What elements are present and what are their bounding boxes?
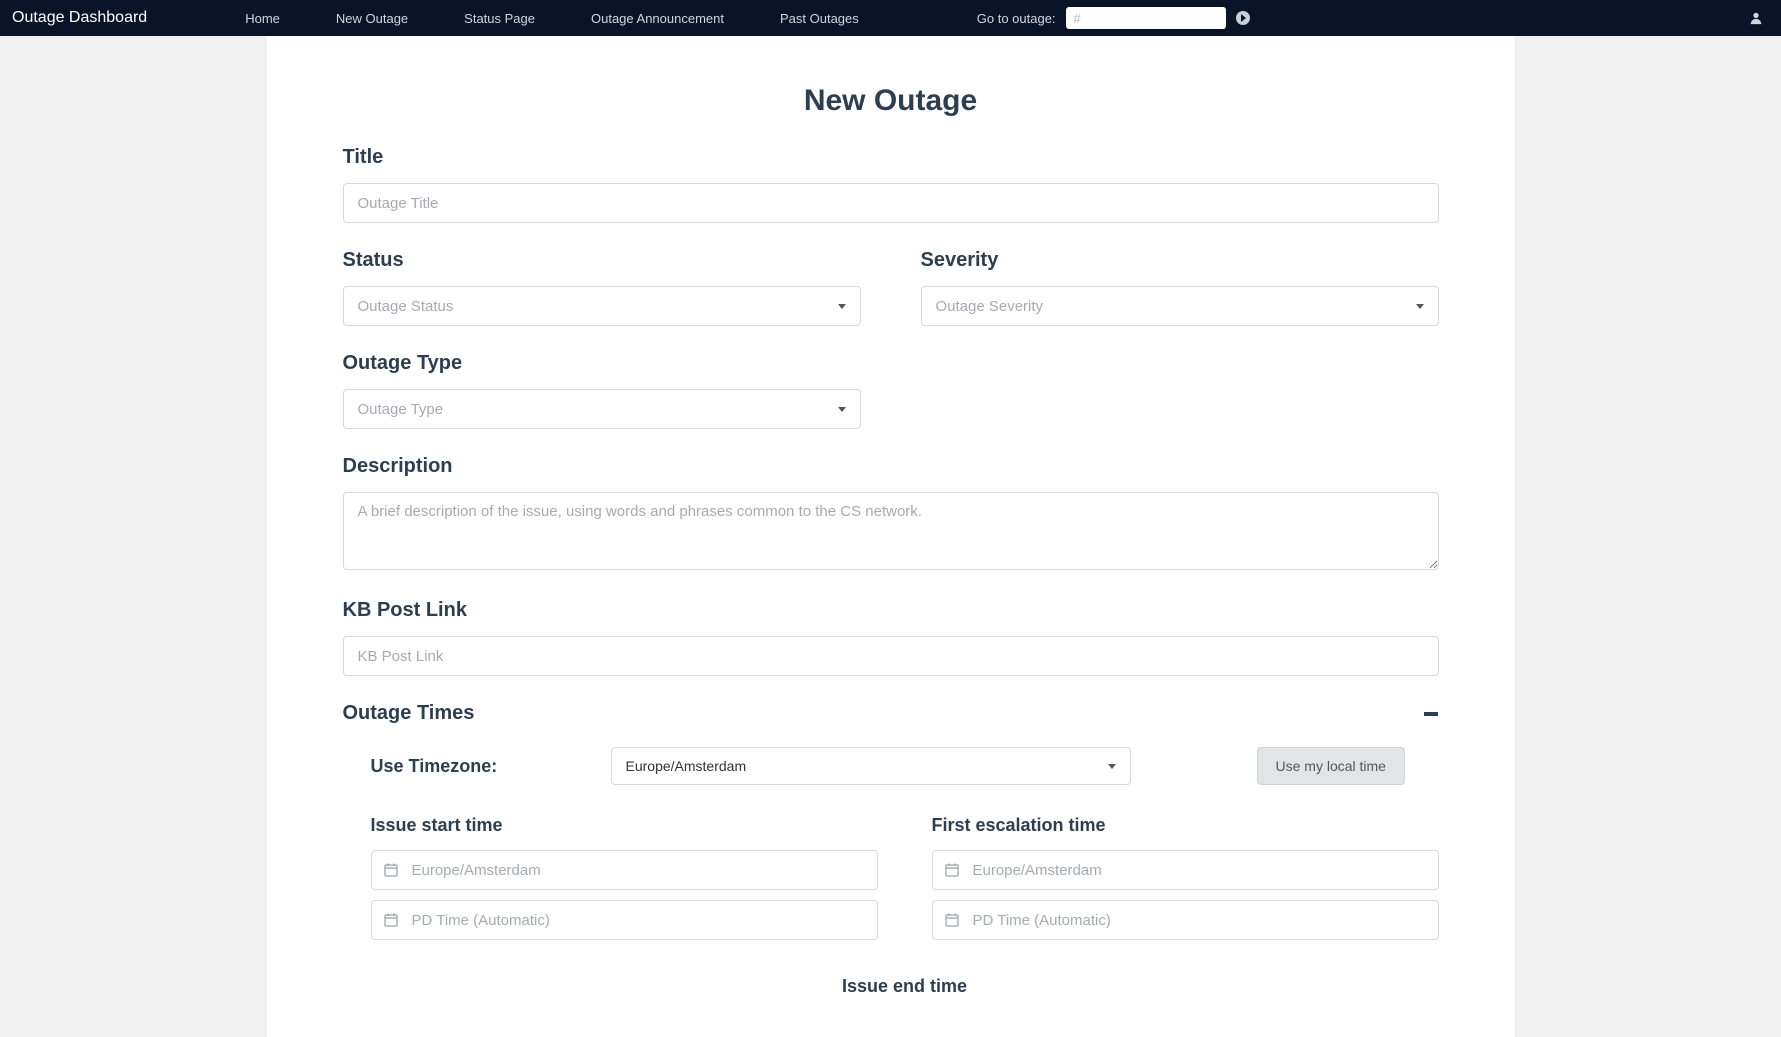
escalation-tz-input[interactable] <box>932 850 1439 890</box>
first-escalation-col: First escalation time <box>932 815 1439 950</box>
outage-type-placeholder: Outage Type <box>358 401 444 418</box>
outage-type-select[interactable]: Outage Type <box>343 389 861 429</box>
description-textarea[interactable] <box>343 492 1439 570</box>
issue-start-col: Issue start time <box>371 815 878 950</box>
chevron-down-icon <box>1416 304 1424 309</box>
kb-post-input[interactable] <box>343 636 1439 676</box>
nav-link-past-outages[interactable]: Past Outages <box>752 11 887 26</box>
chevron-down-icon <box>838 407 846 412</box>
status-select[interactable]: Outage Status <box>343 286 861 326</box>
outage-type-group: Outage Type Outage Type <box>343 352 1439 429</box>
severity-label: Severity <box>921 249 1439 272</box>
escalation-pd-input[interactable] <box>932 900 1439 940</box>
status-label: Status <box>343 249 861 272</box>
calendar-icon <box>384 913 400 927</box>
issue-end-header: Issue end time <box>371 976 1439 997</box>
issue-start-label: Issue start time <box>371 815 878 836</box>
goto-input[interactable] <box>1066 7 1226 29</box>
timezone-label: Use Timezone: <box>371 756 611 777</box>
calendar-icon <box>384 863 400 877</box>
user-icon[interactable] <box>1743 11 1769 25</box>
nav-links: Home New Outage Status Page Outage Annou… <box>217 11 887 26</box>
severity-select[interactable]: Outage Severity <box>921 286 1439 326</box>
issue-start-pd-field[interactable] <box>412 912 865 929</box>
nav-link-home[interactable]: Home <box>217 11 308 26</box>
issue-end-label: Issue end time <box>842 976 967 997</box>
nav-link-status-page[interactable]: Status Page <box>436 11 563 26</box>
severity-group: Severity Outage Severity <box>921 249 1439 326</box>
goto-submit-icon[interactable] <box>1236 11 1250 25</box>
kb-post-label: KB Post Link <box>343 599 1439 622</box>
description-label: Description <box>343 455 1439 478</box>
status-placeholder: Outage Status <box>358 298 454 315</box>
chevron-down-icon <box>1108 764 1116 769</box>
goto-label: Go to outage: <box>977 11 1056 26</box>
chevron-down-icon <box>838 304 846 309</box>
collapse-icon[interactable] <box>1423 706 1439 722</box>
issue-start-tz-input[interactable] <box>371 850 878 890</box>
first-escalation-label: First escalation time <box>932 815 1439 836</box>
description-group: Description <box>343 455 1439 573</box>
nav-link-outage-announcement[interactable]: Outage Announcement <box>563 11 752 26</box>
escalation-pd-field[interactable] <box>973 912 1426 929</box>
title-input[interactable] <box>343 183 1439 223</box>
issue-start-pd-input[interactable] <box>371 900 878 940</box>
kb-post-group: KB Post Link <box>343 599 1439 676</box>
use-local-time-button[interactable]: Use my local time <box>1257 747 1405 785</box>
page-title: New Outage <box>343 84 1439 118</box>
escalation-tz-field[interactable] <box>973 862 1426 879</box>
nav-link-new-outage[interactable]: New Outage <box>308 11 436 26</box>
issue-start-tz-field[interactable] <box>412 862 865 879</box>
severity-placeholder: Outage Severity <box>936 298 1044 315</box>
top-navbar: Outage Dashboard Home New Outage Status … <box>0 0 1781 36</box>
page-container: New Outage Title Status Outage Status Se… <box>267 36 1515 1037</box>
outage-times-header: Outage Times <box>343 702 1439 725</box>
timezone-select[interactable]: Europe/Amsterdam <box>611 747 1131 785</box>
brand-title: Outage Dashboard <box>12 9 147 27</box>
timezone-row: Use Timezone: Europe/Amsterdam Use my lo… <box>371 747 1439 785</box>
goto-group: Go to outage: <box>977 7 1250 29</box>
times-grid: Issue start time First escalation time <box>371 815 1439 950</box>
timezone-value: Europe/Amsterdam <box>626 758 747 774</box>
title-label: Title <box>343 146 1439 169</box>
title-group: Title <box>343 146 1439 223</box>
calendar-icon <box>945 913 961 927</box>
outage-type-label: Outage Type <box>343 352 1439 375</box>
outage-times-body: Use Timezone: Europe/Amsterdam Use my lo… <box>343 747 1439 997</box>
outage-times-label: Outage Times <box>343 702 475 725</box>
status-group: Status Outage Status <box>343 249 861 326</box>
calendar-icon <box>945 863 961 877</box>
